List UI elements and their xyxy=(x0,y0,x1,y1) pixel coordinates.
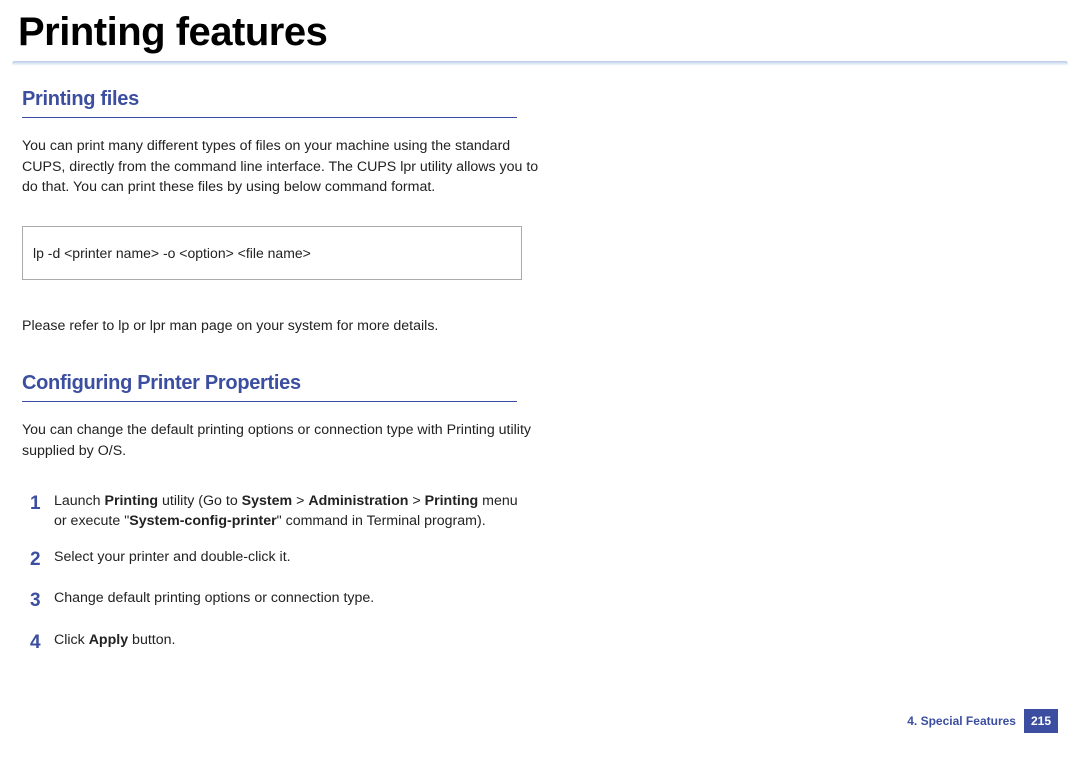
step-item: 2 Select your printer and double-click i… xyxy=(22,546,560,574)
bold-text: Printing xyxy=(105,493,159,509)
content-column: Printing files You can print many differ… xyxy=(0,66,560,656)
page-footer: 4. Special Features 215 xyxy=(907,709,1058,733)
step-text: Click Apply button. xyxy=(54,629,175,651)
page-title: Printing features xyxy=(0,0,1080,61)
bold-text: System xyxy=(242,493,292,509)
step-text: Select your printer and double-click it. xyxy=(54,546,291,568)
step-item: 3 Change default printing options or con… xyxy=(22,587,560,615)
manpage-note: Please refer to lp or lpr man page on yo… xyxy=(22,316,560,337)
text-fragment: " command in Terminal program). xyxy=(277,513,486,529)
text-fragment: > xyxy=(408,493,424,509)
step-number: 2 xyxy=(22,546,54,574)
bold-text: Administration xyxy=(308,493,408,509)
printing-files-paragraph: You can print many different types of fi… xyxy=(22,136,552,198)
text-fragment: Launch xyxy=(54,493,105,509)
footer-page-number: 215 xyxy=(1024,709,1058,733)
section-heading-printing-files: Printing files xyxy=(22,88,517,118)
command-block: lp -d <printer name> -o <option> <file n… xyxy=(22,226,522,280)
footer-chapter: 4. Special Features xyxy=(907,714,1016,728)
text-fragment: Click xyxy=(54,632,89,648)
section-heading-configuring: Configuring Printer Properties xyxy=(22,372,517,402)
configuring-paragraph: You can change the default printing opti… xyxy=(22,420,552,461)
step-number: 1 xyxy=(22,490,54,518)
step-number: 4 xyxy=(22,629,54,657)
step-number: 3 xyxy=(22,587,54,615)
text-fragment: utility (Go to xyxy=(158,493,242,509)
steps-list: 1 Launch Printing utility (Go to System … xyxy=(22,490,560,657)
bold-text: Printing xyxy=(425,493,479,509)
step-text: Launch Printing utility (Go to System > … xyxy=(54,490,524,532)
bold-text: System-config-printer xyxy=(129,513,276,529)
text-fragment: > xyxy=(292,493,308,509)
step-text: Change default printing options or conne… xyxy=(54,587,374,609)
step-item: 4 Click Apply button. xyxy=(22,629,560,657)
text-fragment: button. xyxy=(128,632,175,648)
step-item: 1 Launch Printing utility (Go to System … xyxy=(22,490,560,532)
bold-text: Apply xyxy=(89,632,128,648)
